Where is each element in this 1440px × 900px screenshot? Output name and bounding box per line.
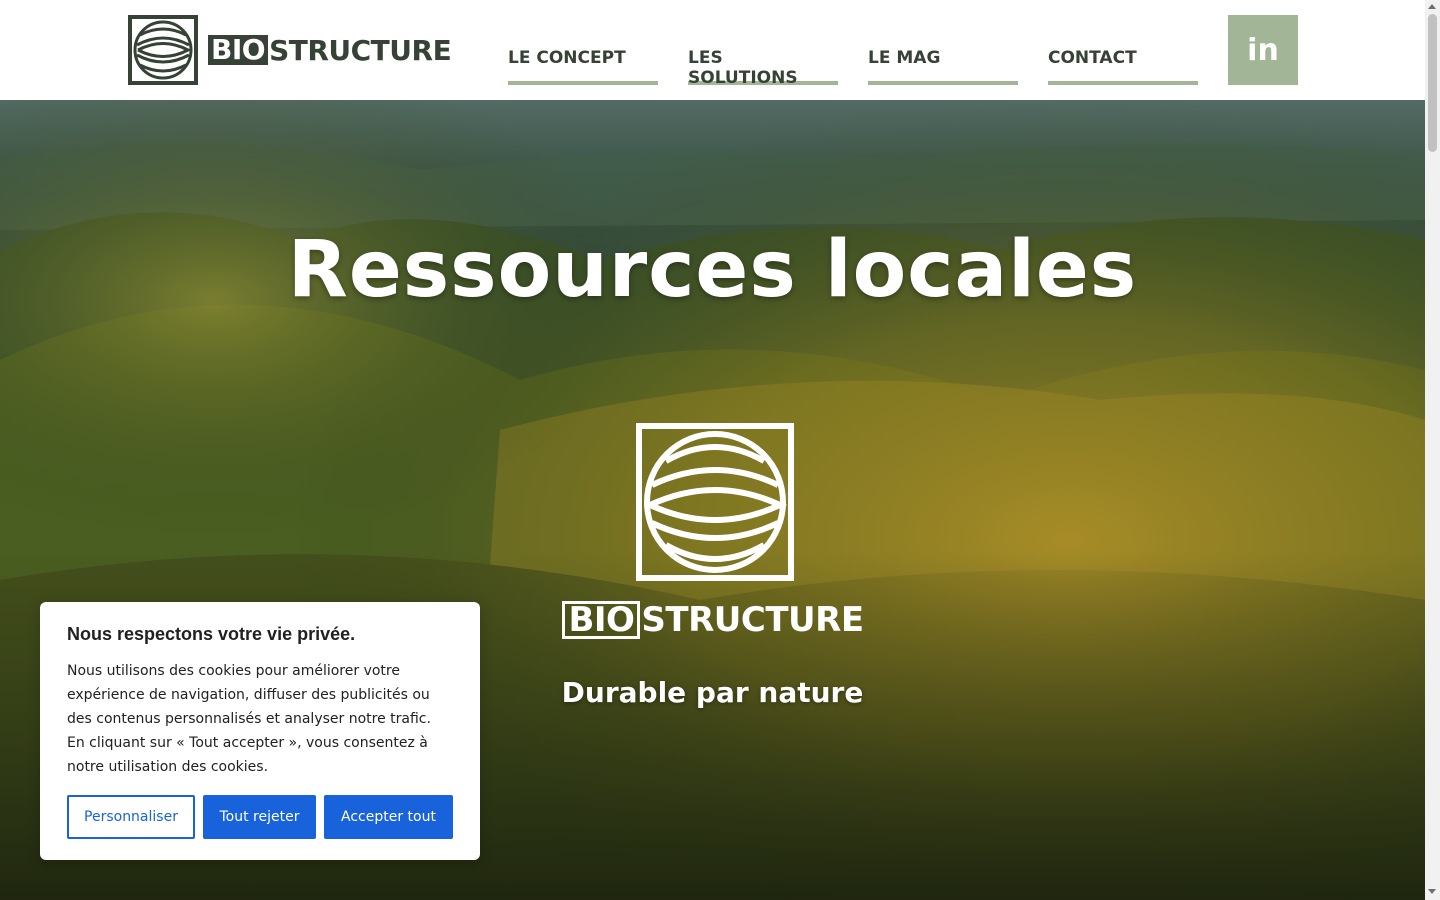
site-logo[interactable]: BIO STRUCTURE	[128, 15, 452, 85]
linkedin-button[interactable]: in	[1228, 15, 1298, 85]
logo-wordmark: BIO STRUCTURE	[208, 33, 452, 67]
logo-bio: BIO	[208, 35, 269, 65]
hero-logo-structure: STRUCTURE	[641, 600, 864, 640]
scroll-up-arrow-icon[interactable]	[1428, 4, 1436, 9]
biostructure-logo-icon	[128, 15, 198, 85]
main-nav: LE CONCEPT LES SOLUTIONS LE MAG CONTACT	[508, 44, 1198, 88]
hero-title: Ressources locales	[287, 225, 1138, 315]
cookie-title: Nous respectons votre vie privée.	[67, 624, 356, 644]
reject-all-button[interactable]: Tout rejeter	[203, 795, 316, 839]
site-header: BIO STRUCTURE LE CONCEPT LES SOLUTIONS L…	[0, 0, 1425, 100]
nav-item-concept[interactable]: LE CONCEPT	[508, 44, 658, 85]
cookie-actions: Personnaliser Tout rejeter Accepter tout	[67, 795, 453, 839]
scrollbar-thumb[interactable]	[1428, 14, 1437, 152]
nav-item-mag[interactable]: LE MAG	[868, 44, 1018, 85]
scroll-down-arrow-icon[interactable]	[1428, 889, 1436, 894]
biostructure-logo-icon	[636, 423, 794, 581]
nav-item-solutions[interactable]: LES SOLUTIONS	[688, 44, 838, 88]
customize-button[interactable]: Personnaliser	[67, 795, 195, 839]
logo-structure: STRUCTURE	[269, 33, 452, 67]
cookie-consent-banner: Nous respectons votre vie privée. Nous u…	[40, 602, 480, 860]
hero-wordmark: BIO STRUCTURE	[562, 600, 864, 640]
linkedin-icon: in	[1247, 32, 1279, 68]
hero-logo-bio: BIO	[562, 601, 641, 639]
page-scrollbar[interactable]	[1425, 0, 1440, 900]
nav-item-contact[interactable]: CONTACT	[1048, 44, 1198, 85]
cookie-description: Nous utilisons des cookies pour améliore…	[67, 663, 431, 775]
accept-all-button[interactable]: Accepter tout	[324, 795, 453, 839]
